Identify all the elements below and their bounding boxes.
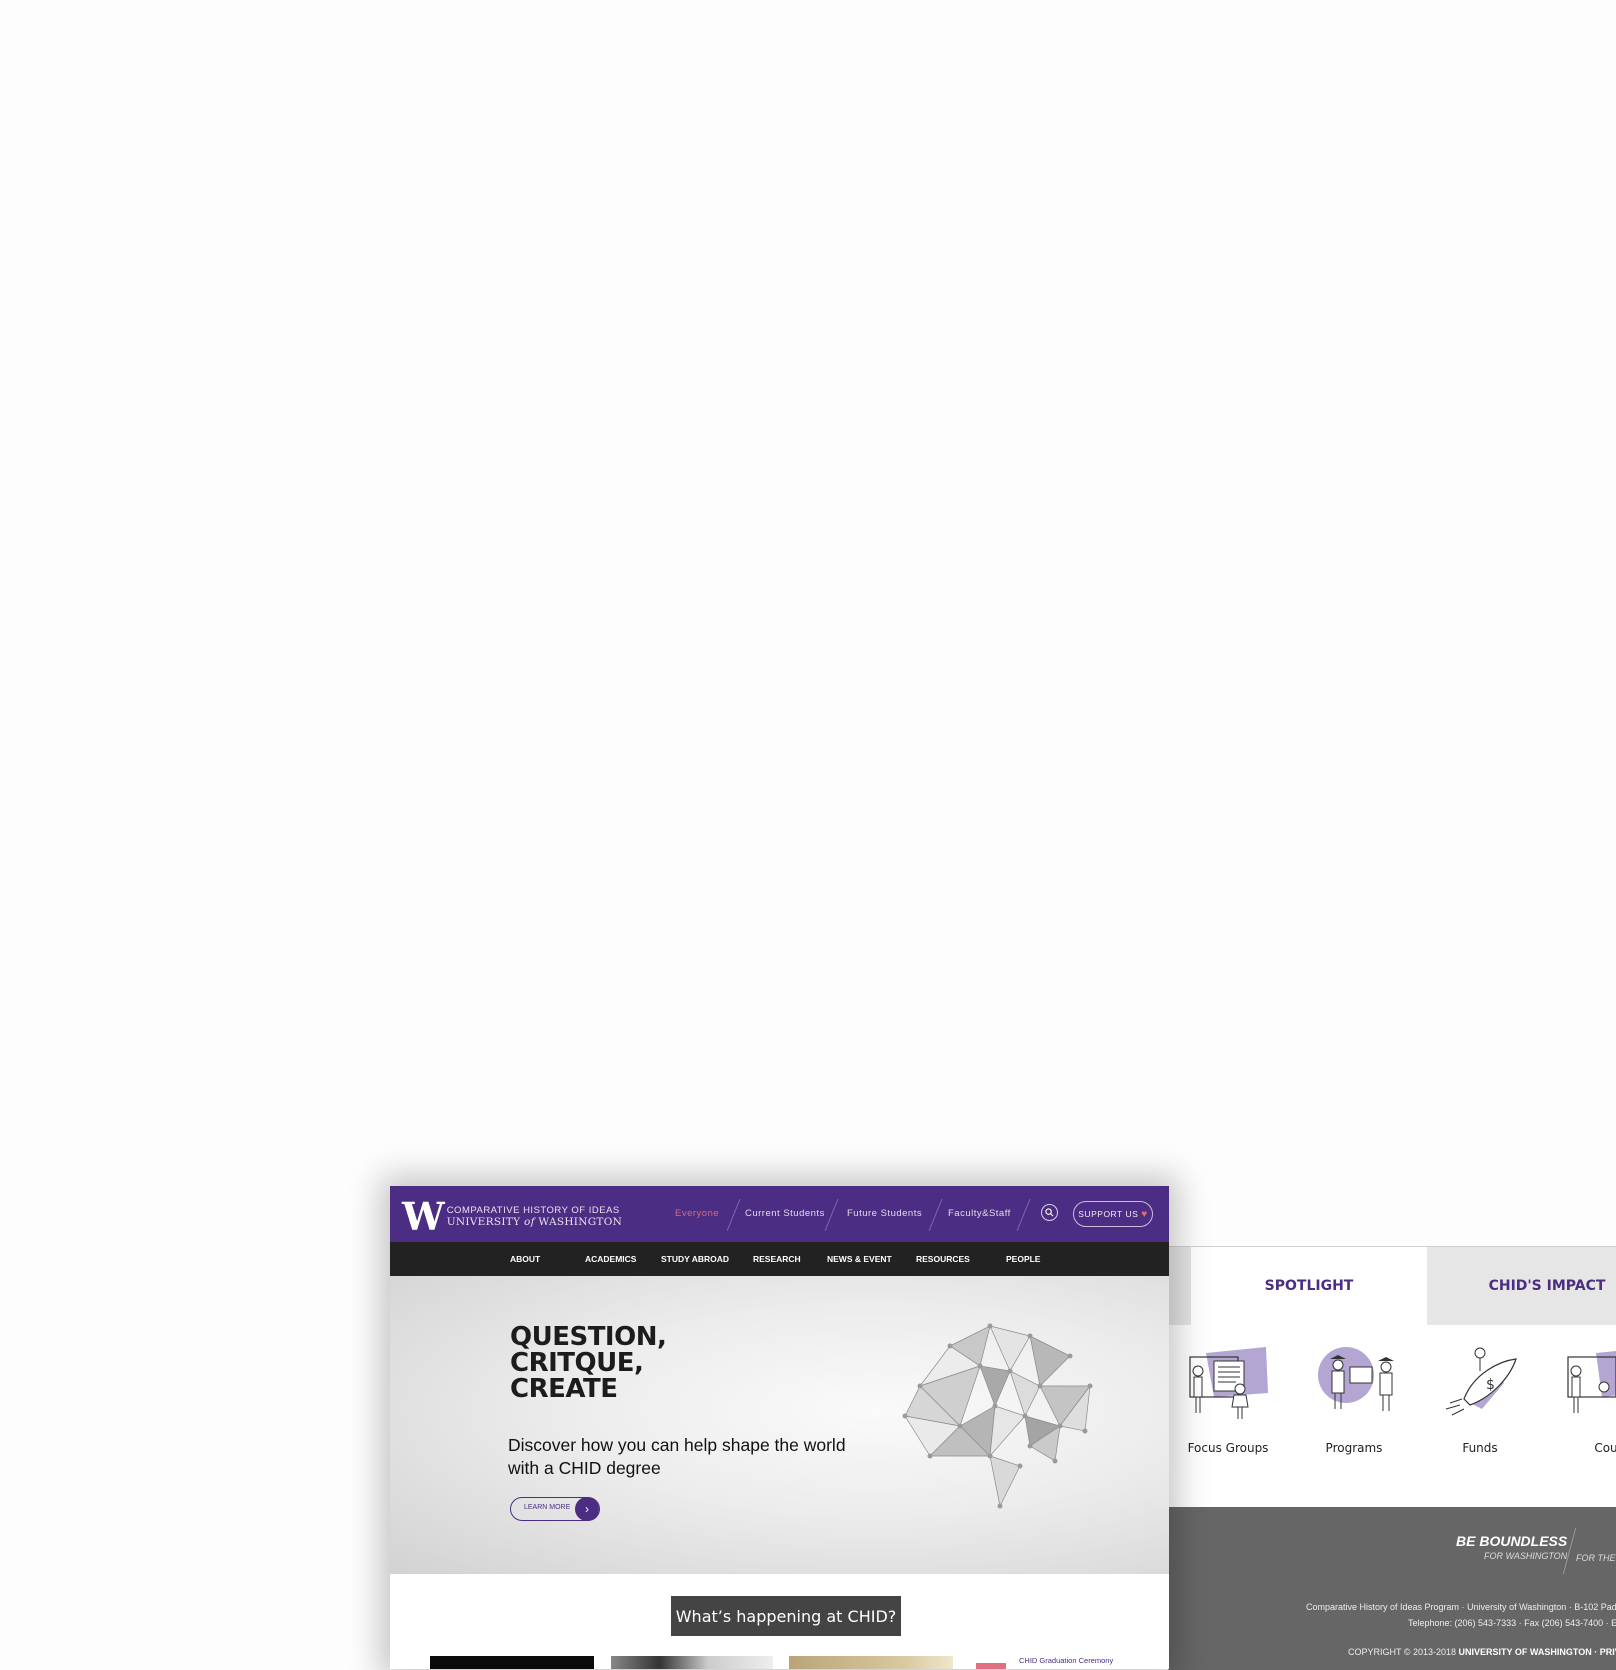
news-item-title[interactable]: CHID Graduation Ceremony bbox=[1019, 1656, 1113, 1665]
news-date-badge bbox=[976, 1663, 1006, 1669]
hero-title-line: QUESTION, bbox=[510, 1322, 667, 1352]
search-button[interactable] bbox=[1041, 1204, 1058, 1221]
uw-w-logo-icon: W bbox=[402, 1194, 445, 1239]
hero-subtitle: Discover how you can help shape the worl… bbox=[508, 1435, 846, 1478]
campaign-subtitle: FOR WASHINGTON bbox=[1484, 1551, 1568, 1561]
nav-research[interactable]: RESEARCH bbox=[753, 1242, 801, 1276]
nav-news-event[interactable]: NEWS & EVENT bbox=[827, 1242, 892, 1276]
impact-label: Focus Groups bbox=[1187, 1441, 1269, 1455]
focus-groups-icon bbox=[1189, 1347, 1268, 1419]
impact-item-focus-groups[interactable]: Focus Groups bbox=[1173, 1343, 1283, 1455]
chevron-right-icon: › bbox=[575, 1497, 599, 1521]
hero-title-line: CRITQUE, bbox=[510, 1348, 644, 1378]
campaign-title[interactable]: BE BOUNDLESS bbox=[1456, 1533, 1567, 1549]
audience-divider bbox=[1016, 1199, 1031, 1231]
audience-everyone[interactable]: Everyone bbox=[675, 1208, 719, 1219]
university-washington: WASHINGTON bbox=[538, 1216, 623, 1229]
audience-faculty-staff[interactable]: Faculty&Staff bbox=[948, 1208, 1011, 1219]
hero-title-line: CREATE bbox=[510, 1374, 618, 1404]
logo-text: COMPARATIVE HISTORY OF IDEAS UNIVERSITY … bbox=[447, 1205, 622, 1229]
nav-academics[interactable]: ACADEMICS bbox=[585, 1242, 636, 1276]
nav-people[interactable]: PEOPLE bbox=[1006, 1242, 1040, 1276]
copyright-org-link[interactable]: UNIVERSITY OF WASHINGTON · PRIVACY bbox=[1459, 1647, 1616, 1657]
search-icon bbox=[1045, 1208, 1054, 1217]
hero-title: QUESTION, CRITQUE, CREATE bbox=[510, 1322, 667, 1404]
support-label: SUPPORT US bbox=[1078, 1209, 1139, 1219]
impact-item-funds[interactable]: $ Funds bbox=[1425, 1343, 1535, 1455]
happening-heading: What’s happening at CHID? bbox=[671, 1596, 901, 1636]
program-name: COMPARATIVE HISTORY OF IDEAS bbox=[446, 1205, 620, 1216]
site-footer: BE BOUNDLESS FOR WASHINGTON FOR THE W Co… bbox=[1168, 1507, 1616, 1670]
news-thumbnail[interactable] bbox=[430, 1656, 594, 1669]
footer-contact: Telephone: (206) 543-7333 · Fax (206) 54… bbox=[1408, 1618, 1616, 1628]
university-name: UNIVERSITY of WASHINGTON bbox=[447, 1216, 622, 1229]
funds-icon: $ bbox=[1445, 1347, 1517, 1416]
campaign-cause: FOR THE W bbox=[1576, 1553, 1616, 1563]
impact-label: Programs bbox=[1325, 1441, 1383, 1455]
impact-label: Cou bbox=[1594, 1441, 1616, 1455]
tab-bar: SPOTLIGHT CHID'S IMPACT bbox=[1168, 1247, 1616, 1325]
impact-label: Funds bbox=[1462, 1441, 1498, 1455]
programs-icon bbox=[1318, 1347, 1394, 1411]
top-bar: W COMPARATIVE HISTORY OF IDEAS UNIVERSIT… bbox=[390, 1186, 1169, 1242]
nav-resources[interactable]: RESOURCES bbox=[916, 1242, 970, 1276]
audience-future-students[interactable]: Future Students bbox=[847, 1208, 922, 1219]
footer-copyright: COPYRIGHT © 2013-2018 UNIVERSITY OF WASH… bbox=[1348, 1647, 1616, 1657]
university-of: of bbox=[523, 1216, 535, 1229]
main-nav: ABOUT ACADEMICS STUDY ABROAD RESEARCH NE… bbox=[390, 1242, 1169, 1276]
heart-icon: ♥ bbox=[1141, 1208, 1148, 1220]
footer-address: Comparative History of Ideas Program · U… bbox=[1306, 1602, 1616, 1612]
university-word: UNIVERSITY bbox=[446, 1216, 521, 1229]
news-thumbnail[interactable] bbox=[789, 1656, 953, 1669]
impact-item-programs[interactable]: Programs bbox=[1299, 1343, 1409, 1455]
news-thumbnail[interactable] bbox=[611, 1656, 773, 1669]
audience-divider bbox=[726, 1199, 741, 1231]
tab-chids-impact[interactable]: CHID'S IMPACT bbox=[1427, 1247, 1616, 1325]
homepage-mockup: W COMPARATIVE HISTORY OF IDEAS UNIVERSIT… bbox=[390, 1186, 1169, 1669]
nav-study-abroad[interactable]: STUDY ABROAD bbox=[661, 1242, 729, 1276]
audience-current-students[interactable]: Current Students bbox=[745, 1208, 825, 1219]
audience-divider bbox=[928, 1199, 943, 1231]
background-page-panel: SPOTLIGHT CHID'S IMPACT Focus Groups Pro… bbox=[1168, 1246, 1616, 1670]
copyright-text: COPYRIGHT © 2013-2018 bbox=[1348, 1647, 1457, 1657]
support-us-button[interactable]: SUPPORT US ♥ bbox=[1073, 1201, 1153, 1227]
tab-spotlight[interactable]: SPOTLIGHT bbox=[1191, 1247, 1427, 1325]
hero-banner: QUESTION, CRITQUE, CREATE Discover how y… bbox=[390, 1276, 1169, 1574]
learn-more-label: LEARN MORE bbox=[524, 1504, 571, 1511]
audience-divider bbox=[824, 1199, 839, 1231]
learn-more-button[interactable]: LEARN MORE › bbox=[510, 1497, 600, 1521]
brain-network-icon bbox=[902, 1323, 1093, 1509]
nav-about[interactable]: ABOUT bbox=[510, 1242, 540, 1276]
courses-icon bbox=[1567, 1351, 1616, 1413]
svg-text:$: $ bbox=[1486, 1377, 1495, 1393]
site-logo[interactable]: W COMPARATIVE HISTORY OF IDEAS UNIVERSIT… bbox=[402, 1198, 622, 1236]
impact-item-courses[interactable]: Cou bbox=[1551, 1343, 1616, 1455]
impact-row: Focus Groups Programs $ Funds Cou bbox=[1168, 1325, 1616, 1507]
